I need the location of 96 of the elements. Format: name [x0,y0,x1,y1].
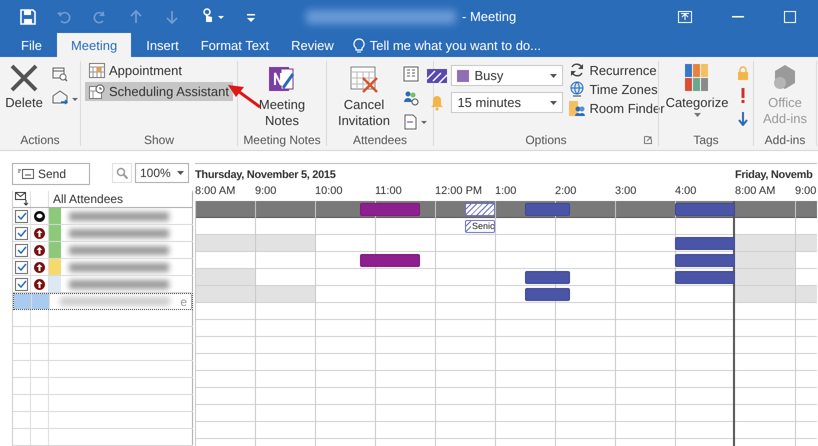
busy-block [675,254,735,267]
hour-label: 2:00 [555,185,578,197]
send-icon [18,169,34,179]
send-button[interactable]: Send [12,163,90,185]
tell-me-search[interactable]: Tell me what you want to do... [352,33,541,57]
ribbon-tab[interactable]: File [10,33,53,57]
calendar-search-icon[interactable] [52,66,68,82]
checkbox[interactable] [15,260,28,274]
tentative-block: Senic [465,220,495,233]
caret-icon [694,113,700,117]
window-title: - Meeting [462,9,516,24]
reminder-dropdown[interactable]: 15 minutes [451,92,564,113]
checkbox[interactable] [15,244,28,256]
ribbon-tab[interactable]: Format Text [190,33,280,57]
tentative-block [465,203,495,216]
group-label: Actions [20,133,60,149]
hour-label: 8:00 AM [195,185,236,197]
zoom-dropdown[interactable]: 100% [135,163,189,183]
response-icon[interactable] [403,114,429,130]
day-header: Friday, Novemb [735,169,813,181]
busy-status-icon [427,68,448,82]
busy-block [525,288,570,301]
group-label: Show [144,133,174,149]
shaded-hours [735,269,795,285]
caret-icon [550,74,558,78]
hour-label: 1:00 [495,185,518,197]
checkbox[interactable] [15,210,28,222]
ribbon-button[interactable]: Time Zones [569,81,665,97]
shaded-hours [735,252,795,268]
organizer-icon [34,210,45,222]
categorize-button[interactable]: Categorize [662,60,732,121]
down-arrow-icon[interactable] [738,112,748,126]
x-icon [9,64,39,92]
checkbox[interactable] [15,226,28,240]
caret-icon [550,100,558,104]
busy-block [675,271,735,284]
away-block [360,203,420,216]
busy-block [675,237,735,250]
view-button[interactable]: Appointment [85,61,186,80]
exclamation-icon[interactable] [740,88,746,104]
show-as-dropdown[interactable]: Busy [451,65,564,86]
hour-label: 8:00 AM [735,185,776,197]
color-grid-icon [685,64,709,92]
caret-icon [177,171,184,175]
zoom-button[interactable] [112,163,132,183]
group-label: Attendees [352,133,408,149]
hour-label: 4:00 [675,185,696,197]
notebook-icon [267,64,297,94]
delete-button[interactable]: Delete [2,60,46,114]
maximize-icon[interactable] [784,10,796,22]
hour-label: 10:00 [315,185,344,197]
lightbulb-icon [352,38,365,52]
globe-icon [569,81,586,97]
required-attendee-icon [34,228,45,238]
ribbon-tab[interactable]: Review [280,33,345,57]
day-header: Thursday, November 5, 2015 [195,169,336,181]
address-book-icon[interactable] [403,66,419,82]
minimize-icon[interactable] [732,16,744,18]
meeting-notes-button[interactable]: Meeting Notes [249,60,315,133]
hour-label: 9:00 [255,185,278,197]
required-attendee-icon [34,278,45,290]
busy-block [525,203,570,216]
people-icon[interactable] [403,90,419,106]
hour-label: 9:00 [795,185,816,197]
group-label: Tags [693,133,719,149]
group-label: Meeting Notes [243,133,321,149]
calendar-clock-icon [89,84,106,99]
group-label: Options [525,133,567,149]
ribbon-tab[interactable]: Insert [135,33,190,57]
checkbox[interactable] [15,278,28,290]
away-block [360,254,420,267]
required-attendee-icon [34,262,45,272]
recurrence-icon [569,62,586,78]
column-header[interactable]: All Attendees [49,192,124,206]
ribbon-tab[interactable]: Meeting [56,33,132,57]
view-button[interactable]: Scheduling Assistant [85,82,233,101]
hour-label: 11:00 [375,185,403,197]
busy-block [675,203,735,216]
hour-label: 3:00 [615,185,638,197]
busy-block [525,271,570,284]
envelope-sort-icon[interactable] [14,192,28,206]
required-attendee-icon [34,244,45,256]
status-swatch [457,70,470,82]
calendar-icon [89,63,106,78]
ribbon-button[interactable]: Recurrence [569,62,665,78]
hour-label: 12:00 PM [435,185,484,197]
cancel-calendar-icon [349,64,379,94]
ribbon-display-icon[interactable] [678,10,692,22]
cancel-invitation-button[interactable]: Cancel Invitation [331,60,397,133]
save-icon[interactable] [20,8,36,24]
room-finder-icon [569,100,586,116]
dialog-launcher-icon[interactable] [644,136,652,144]
group-label: Add-ins [764,133,806,149]
search-icon [116,167,128,179]
ribbon-button[interactable]: Room Finder [569,100,665,116]
forward-envelope-icon[interactable] [52,90,78,106]
